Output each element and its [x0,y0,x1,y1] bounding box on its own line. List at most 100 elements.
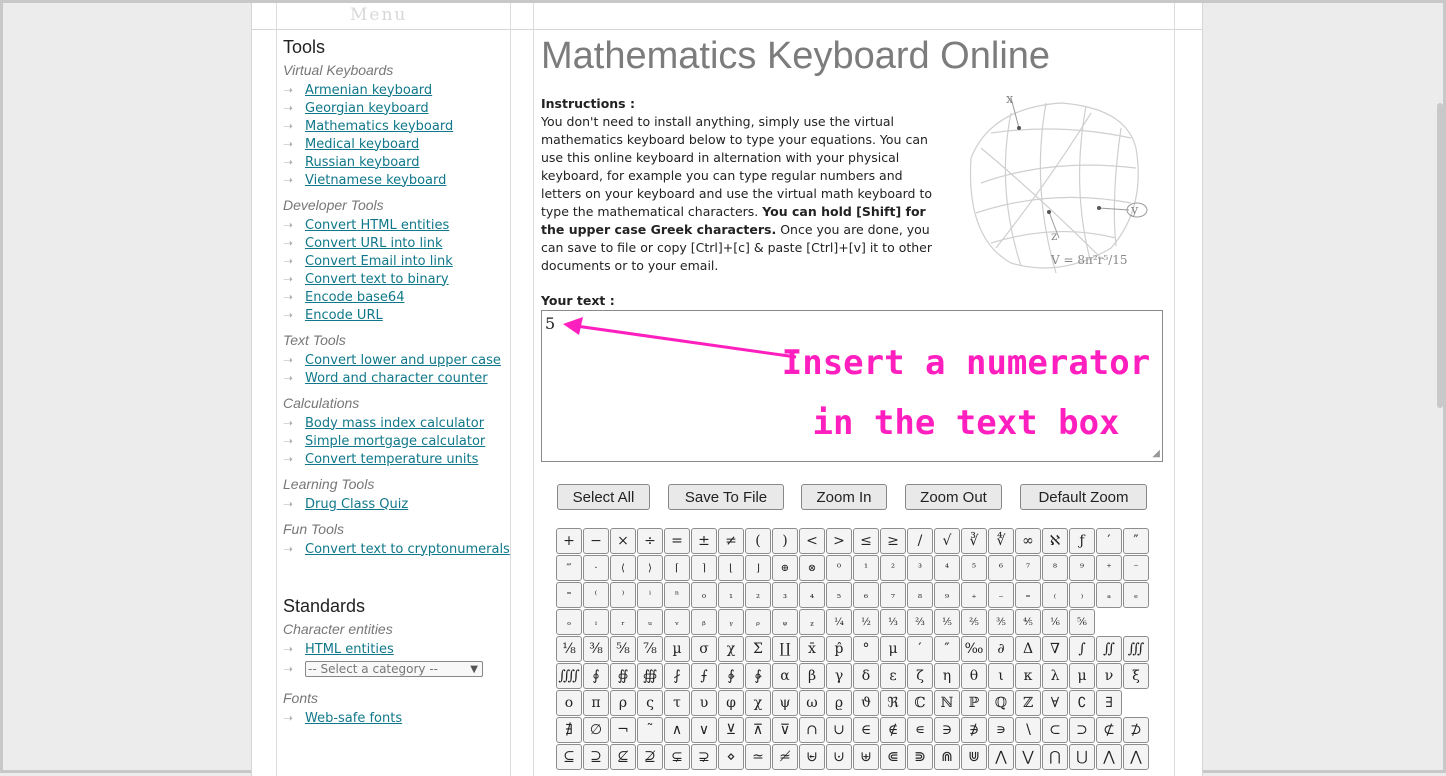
key-button[interactable]: ⊽ [772,717,798,743]
key-button[interactable]: ᵢ [583,609,609,635]
key-button[interactable]: ∜ [988,528,1014,554]
key-button[interactable]: ⁰ [826,555,852,581]
key-button[interactable]: ⊃ [1069,717,1095,743]
key-button[interactable]: ⌊ [718,555,744,581]
key-button[interactable]: ᵧ [718,609,744,635]
sidebar-link[interactable]: Medical keyboard [305,137,419,152]
key-button[interactable]: ⌋ [745,555,771,581]
key-button[interactable]: ⌉ [691,555,717,581]
key-button[interactable]: − [583,528,609,554]
key-button[interactable]: ⨍ [691,663,717,689]
key-button[interactable]: ζ [907,663,933,689]
key-button[interactable]: ⋒ [934,744,960,770]
key-button[interactable]: ₋ [988,582,1014,608]
key-button[interactable]: γ [826,663,852,689]
key-button[interactable]: ₆ [853,582,879,608]
key-button[interactable]: ⁻ [1123,555,1149,581]
key-button[interactable]: ς [637,690,663,716]
key-button[interactable]: ⋀ [1096,744,1122,770]
key-button[interactable]: ⊅ [1123,717,1149,743]
key-button[interactable]: ℕ [934,690,960,716]
key-button[interactable]: ¬ [610,717,636,743]
sidebar-item[interactable]: ➝ Encode URL [283,306,513,324]
key-button[interactable]: ∰ [637,663,663,689]
key-button[interactable]: ÷ [637,528,663,554]
key-button[interactable]: ⊗ [799,555,825,581]
sidebar-item[interactable]: ➝ Simple mortgage calculator [283,432,513,450]
key-button[interactable]: χ [745,690,771,716]
sidebar-link[interactable]: Drug Class Quiz [305,497,408,512]
key-button[interactable]: ⁺ [1096,555,1122,581]
sidebar-item[interactable]: ➝ Convert text to cryptonumerals [283,540,513,558]
key-button[interactable]: ∛ [961,528,987,554]
sidebar-link[interactable]: Convert Email into link [305,254,453,269]
key-button[interactable]: ν [1096,663,1122,689]
sidebar-link[interactable]: Encode base64 [305,290,404,305]
key-button[interactable]: ₁ [718,582,744,608]
key-button[interactable]: ⊂ [1042,717,1068,743]
key-button[interactable]: ∭ [1123,636,1149,662]
key-button[interactable]: ᵨ [745,609,771,635]
key-button[interactable]: ℂ [907,690,933,716]
key-button[interactable]: ∍ [988,717,1014,743]
key-button[interactable]: ⨏ [664,663,690,689]
sidebar-item[interactable]: ➝ Convert text to binary [283,270,513,288]
key-button[interactable]: ϑ [853,690,879,716]
key-button[interactable]: < [799,528,825,554]
key-button[interactable]: ⅓ [880,609,906,635]
key-button[interactable]: ≄ [772,744,798,770]
key-button[interactable]: ⁵ [961,555,987,581]
key-button[interactable]: ⋓ [961,744,987,770]
menu-label[interactable]: Menu [350,5,407,25]
key-button[interactable]: ₎ [1069,582,1095,608]
key-button[interactable]: τ [664,690,690,716]
key-button[interactable]: ⋐ [880,744,906,770]
key-button[interactable]: ⊍ [826,744,852,770]
key-button[interactable]: ξ [1123,663,1149,689]
key-button[interactable]: ₄ [799,582,825,608]
key-button[interactable]: ⋃ [1069,744,1095,770]
key-button[interactable]: ″ [1123,528,1149,554]
key-button[interactable]: ⅖ [961,609,987,635]
key-button[interactable]: ⊊ [664,744,690,770]
key-button[interactable]: ) [772,528,798,554]
key-button[interactable]: ∫ [1069,636,1095,662]
category-select[interactable]: -- Select a category -- ▼ [305,661,483,677]
key-button[interactable]: ℙ [961,690,987,716]
zoom-in-button[interactable]: Zoom In [801,484,887,510]
key-button[interactable]: ᵥ [664,609,690,635]
key-button[interactable]: ‴ [556,555,582,581]
key-button[interactable]: ¼ [826,609,852,635]
sidebar-link[interactable]: Body mass index calculator [305,416,484,431]
sidebar-link[interactable]: Web-safe fonts [305,711,402,726]
key-button[interactable]: ∃ [1096,690,1122,716]
key-button[interactable]: ⋂ [1042,744,1068,770]
select-all-button[interactable]: Select All [557,484,650,510]
key-button[interactable]: ⁾ [610,582,636,608]
sidebar-link[interactable]: Vietnamese keyboard [305,173,446,188]
key-button[interactable]: φ [718,690,744,716]
key-button[interactable]: α [772,663,798,689]
key-button[interactable]: ° [853,636,879,662]
key-button[interactable]: μ [1069,663,1095,689]
sidebar-link[interactable]: Mathematics keyboard [305,119,453,134]
key-button[interactable]: ∳ [745,663,771,689]
sidebar-link[interactable]: HTML entities [305,642,394,657]
key-button[interactable]: ⅜ [583,636,609,662]
sidebar-link[interactable]: Armenian keyboard [305,83,432,98]
key-button[interactable]: χ [718,636,744,662]
sidebar-item[interactable]: ➝ Mathematics keyboard [283,117,513,135]
sidebar-item[interactable]: ➝ Convert URL into link [283,234,513,252]
sidebar-item[interactable]: ➝ Vietnamese keyboard [283,171,513,189]
zoom-out-button[interactable]: Zoom Out [905,484,1002,510]
key-button[interactable]: ⅚ [1069,609,1095,635]
key-button[interactable]: ≥ [880,528,906,554]
key-button[interactable]: ₌ [1015,582,1041,608]
key-button[interactable]: ⌈ [664,555,690,581]
default-zoom-button[interactable]: Default Zoom [1020,484,1147,510]
key-button[interactable]: ₐ [1096,582,1122,608]
key-button[interactable]: ⅔ [907,609,933,635]
key-button[interactable]: ᵪ [799,609,825,635]
key-button[interactable]: ˜ [637,717,663,743]
sidebar-item[interactable]: ➝ Armenian keyboard [283,81,513,99]
